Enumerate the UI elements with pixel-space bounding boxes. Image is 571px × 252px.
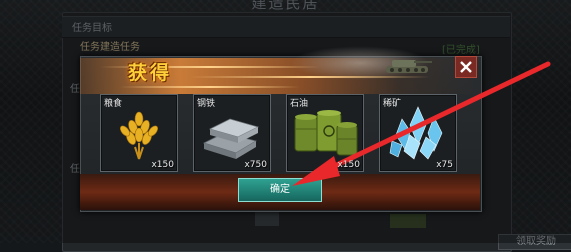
- reward-name: 钢铁: [197, 99, 216, 109]
- reward-quantity: x75: [436, 160, 453, 170]
- reward-quantity: x750: [244, 160, 267, 170]
- reward-name: 稀矿: [383, 99, 402, 109]
- reward-name: 粮食: [104, 99, 123, 109]
- reward-quantity: x150: [337, 160, 360, 170]
- reward-name: 石油: [290, 99, 309, 109]
- reward-quantity: x150: [151, 160, 174, 170]
- arrow-pointer-icon: [292, 61, 551, 186]
